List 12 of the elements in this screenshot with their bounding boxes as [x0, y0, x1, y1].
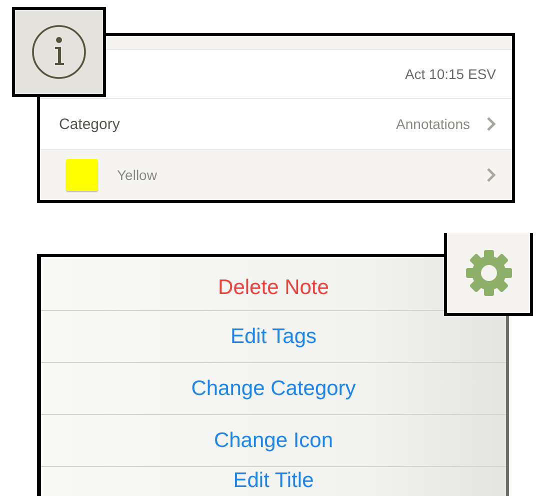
verse-reference: Act 10:15 ESV: [404, 66, 496, 82]
category-value: Annotations: [396, 116, 470, 132]
action-button[interactable]: Delete Note: [218, 276, 329, 300]
chevron-icon: [486, 116, 496, 132]
color-row[interactable]: Yellow: [40, 150, 512, 200]
category-label: Category: [59, 116, 121, 132]
color-label: Yellow: [117, 167, 158, 183]
action-button[interactable]: Edit Title: [233, 469, 314, 493]
action-button[interactable]: Change Icon: [214, 428, 334, 452]
action-button[interactable]: Change Category: [191, 376, 356, 400]
action-button[interactable]: Edit Tags: [230, 324, 316, 348]
chevron-icon: [486, 167, 496, 183]
